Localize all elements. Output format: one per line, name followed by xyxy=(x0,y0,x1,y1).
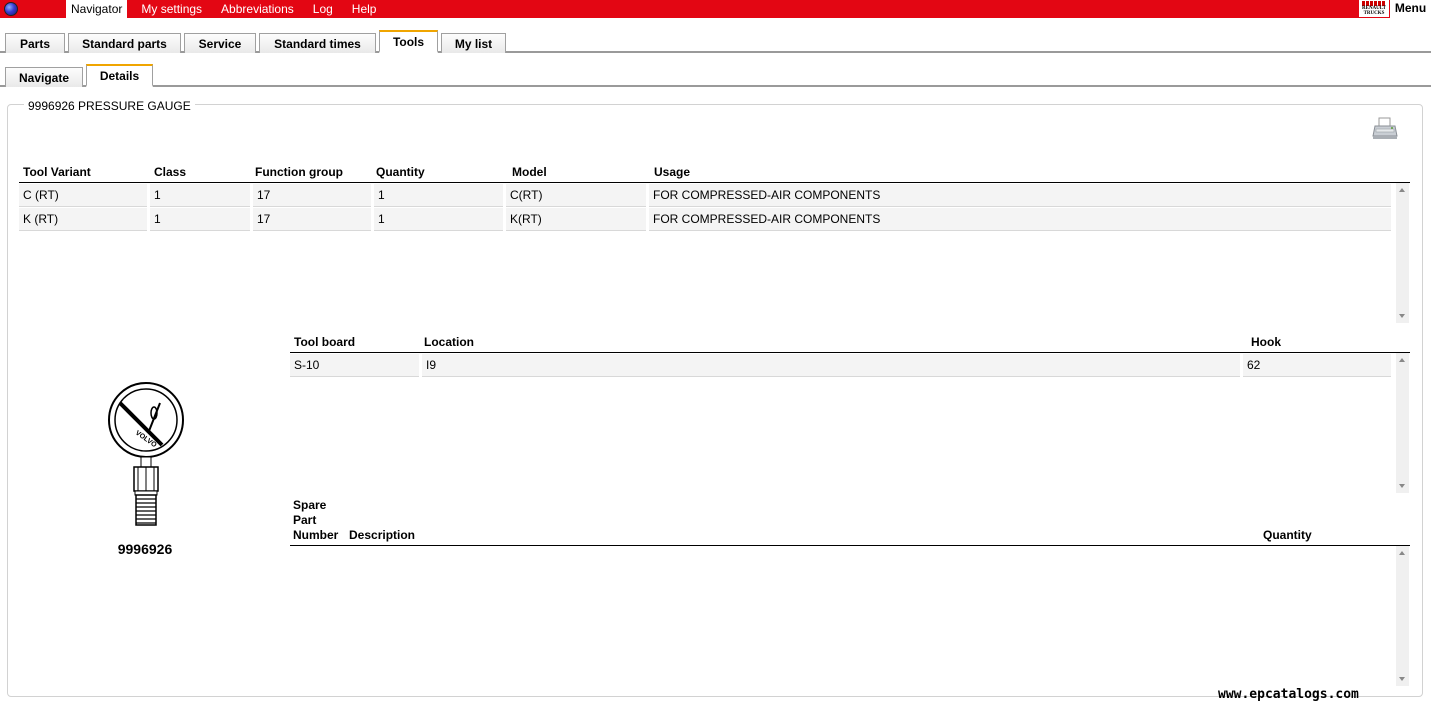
scroll-down-arrow-icon[interactable] xyxy=(1399,484,1405,488)
col-header-tool-board[interactable]: Tool board xyxy=(294,335,355,349)
main-tab-bar: Parts Standard parts Service Standard ti… xyxy=(0,30,1431,53)
header-separator xyxy=(290,352,1410,353)
col-header-spare-part-number[interactable]: Spare Part Number xyxy=(293,498,338,543)
spare-scrollbar[interactable] xyxy=(1396,546,1409,686)
cell-class: 1 xyxy=(150,184,250,207)
cell-tool-board: S-10 xyxy=(290,354,419,377)
header-separator xyxy=(19,182,1410,183)
cell-usage: FOR COMPRESSED-AIR COMPONENTS xyxy=(649,184,1391,207)
tab-details[interactable]: Details xyxy=(86,64,153,87)
printer-icon[interactable] xyxy=(1372,117,1398,141)
col-header-location[interactable]: Location xyxy=(424,335,474,349)
col-header-hook[interactable]: Hook xyxy=(1251,335,1281,349)
tab-my-list[interactable]: My list xyxy=(441,33,506,53)
menu-navigator[interactable]: Navigator xyxy=(66,0,128,18)
tab-standard-parts[interactable]: Standard parts xyxy=(68,33,181,53)
cell-model: K(RT) xyxy=(506,208,646,231)
cell-hook: 62 xyxy=(1243,354,1391,377)
header-separator xyxy=(290,545,1410,546)
top-menu-bar: Navigator My settings Abbreviations Log … xyxy=(0,0,1431,18)
col-header-function-group[interactable]: Function group xyxy=(255,165,343,179)
tab-navigate[interactable]: Navigate xyxy=(5,67,83,87)
col-header-model[interactable]: Model xyxy=(512,165,547,179)
variants-scrollbar[interactable] xyxy=(1396,183,1409,323)
cell-tool-variant: C (RT) xyxy=(19,184,147,207)
renault-trucks-logo: RENAULT TRUCKS xyxy=(1359,0,1389,17)
menu-help[interactable]: Help xyxy=(347,0,382,18)
menu-log[interactable]: Log xyxy=(308,0,338,18)
board-scrollbar[interactable] xyxy=(1396,353,1409,493)
scroll-up-arrow-icon[interactable] xyxy=(1399,551,1405,555)
cell-model: C(RT) xyxy=(506,184,646,207)
cell-class: 1 xyxy=(150,208,250,231)
cell-usage: FOR COMPRESSED-AIR COMPONENTS xyxy=(649,208,1391,231)
watermark: www.epcatalogs.com xyxy=(1218,687,1359,702)
group-title: 9996926 PRESSURE GAUGE xyxy=(24,99,195,113)
scroll-down-arrow-icon[interactable] xyxy=(1399,677,1405,681)
cell-function-group: 17 xyxy=(253,208,371,231)
tab-parts[interactable]: Parts xyxy=(5,33,65,53)
menu-abbreviations[interactable]: Abbreviations xyxy=(216,0,299,18)
tab-standard-times[interactable]: Standard times xyxy=(259,33,376,53)
pressure-gauge-image: VOLVO xyxy=(108,382,184,526)
cell-quantity: 1 xyxy=(374,208,503,231)
app-globe-icon[interactable] xyxy=(4,2,18,16)
menu-button[interactable]: Menu xyxy=(1390,0,1431,18)
scroll-up-arrow-icon[interactable] xyxy=(1399,358,1405,362)
col-header-description[interactable]: Description xyxy=(349,528,415,542)
tool-image-caption: 9996926 xyxy=(117,541,173,557)
col-header-quantity[interactable]: Quantity xyxy=(1263,528,1312,542)
scroll-down-arrow-icon[interactable] xyxy=(1399,314,1405,318)
col-header-tool-variant[interactable]: Tool Variant xyxy=(23,165,91,179)
col-header-class[interactable]: Class xyxy=(154,165,186,179)
cell-quantity: 1 xyxy=(374,184,503,207)
main-menu: Navigator My settings Abbreviations Log … xyxy=(66,0,390,18)
scroll-up-arrow-icon[interactable] xyxy=(1399,188,1405,192)
menu-my-settings[interactable]: My settings xyxy=(136,0,207,18)
tab-service[interactable]: Service xyxy=(184,33,256,53)
cell-tool-variant: K (RT) xyxy=(19,208,147,231)
col-header-quantity[interactable]: Quantity xyxy=(376,165,425,179)
col-header-usage[interactable]: Usage xyxy=(654,165,690,179)
tab-tools[interactable]: Tools xyxy=(379,30,438,53)
sub-tab-bar: Navigate Details xyxy=(0,64,1431,87)
cell-function-group: 17 xyxy=(253,184,371,207)
cell-location: I9 xyxy=(422,354,1240,377)
